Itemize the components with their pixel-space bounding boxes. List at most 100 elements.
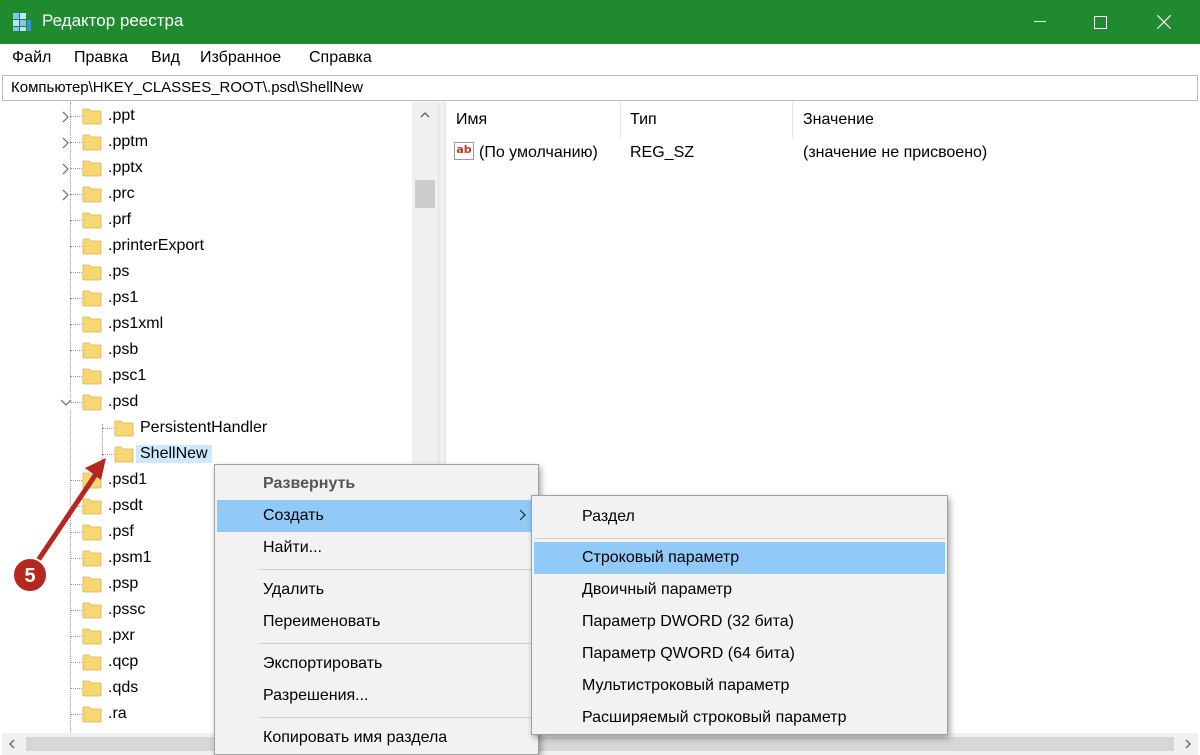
chevron-down-icon[interactable] — [60, 397, 72, 409]
tree-item[interactable]: .prc — [2, 182, 412, 208]
scroll-thumb[interactable] — [415, 180, 435, 208]
tree-connector — [70, 298, 82, 299]
folder-icon — [82, 472, 102, 489]
menu-item-permissions[interactable]: Разрешения... — [217, 680, 536, 712]
submenu-item-qword-value[interactable]: Параметр QWORD (64 бита) — [534, 638, 945, 670]
submenu-item-dword-value[interactable]: Параметр DWORD (32 бита) — [534, 606, 945, 638]
tree-connector — [70, 350, 82, 351]
title-bar: Редактор реестра — [0, 0, 1200, 44]
tree-item[interactable]: .ps — [2, 260, 412, 286]
scroll-up-button[interactable] — [412, 102, 438, 128]
chevron-right-icon[interactable] — [60, 111, 72, 123]
column-header: Имя Тип Значение — [446, 102, 1198, 138]
tree-item-label: .ps — [108, 263, 130, 280]
tree-item-label: .prf — [108, 211, 132, 228]
menu-item-export[interactable]: Экспортировать — [217, 648, 536, 680]
folder-icon — [114, 446, 134, 463]
address-path: Компьютер\HKEY_CLASSES_ROOT\.psd\ShellNe… — [11, 79, 363, 96]
address-bar[interactable]: Компьютер\HKEY_CLASSES_ROOT\.psd\ShellNe… — [2, 75, 1198, 101]
chevron-left-icon[interactable] — [9, 739, 15, 749]
horizontal-scrollbar[interactable] — [2, 733, 1198, 755]
menu-favorites[interactable]: Избранное — [200, 49, 281, 67]
tree-item-label: .psp — [108, 575, 139, 592]
submenu-item-string-value[interactable]: Строковый параметр — [534, 542, 945, 574]
tree-connector — [70, 220, 82, 221]
menu-item-create[interactable]: Создать — [217, 500, 536, 532]
tree-item[interactable]: .printerExport — [2, 234, 412, 260]
tree-connector — [70, 532, 82, 533]
chevron-right-icon[interactable] — [60, 137, 72, 149]
tree-item[interactable]: .ps1xml — [2, 312, 412, 338]
tree-item[interactable]: .pptm — [2, 130, 412, 156]
minimize-button[interactable] — [1008, 0, 1072, 44]
chevron-right-icon — [519, 509, 526, 521]
folder-icon — [82, 160, 102, 177]
folder-icon — [82, 134, 102, 151]
folder-icon — [82, 264, 102, 281]
tree-connector — [70, 558, 82, 559]
folder-icon — [82, 498, 102, 515]
menu-separator — [259, 569, 534, 570]
tree-connector — [70, 714, 82, 715]
menu-item-label: Строковый параметр — [582, 549, 740, 566]
tree-item[interactable]: .psd — [2, 390, 412, 416]
tree-connector — [70, 272, 82, 273]
menu-item-copy-key-name[interactable]: Копировать имя раздела — [217, 722, 536, 754]
tree-item[interactable]: .psc1 — [2, 364, 412, 390]
tree-item-label: .ppt — [108, 107, 135, 124]
folder-icon — [114, 420, 134, 437]
maximize-button[interactable] — [1068, 0, 1132, 44]
menu-item-expand[interactable]: Развернуть — [217, 468, 536, 500]
chevron-right-icon[interactable] — [60, 189, 72, 201]
chevron-right-icon[interactable] — [60, 163, 72, 175]
menu-item-rename[interactable]: Переименовать — [217, 606, 536, 638]
folder-icon — [82, 290, 102, 307]
window-title: Редактор реестра — [42, 11, 184, 30]
menu-help[interactable]: Справка — [309, 49, 372, 67]
menu-view[interactable]: Вид — [151, 49, 180, 67]
value-row[interactable]: ab (По умолчанию) REG_SZ (значение не пр… — [446, 140, 1198, 166]
chevron-right-icon[interactable] — [1185, 739, 1191, 749]
tree-item[interactable]: .pptx — [2, 156, 412, 182]
menu-item-label: Переименовать — [263, 613, 381, 630]
menu-item-label: Мультистроковый параметр — [582, 677, 790, 694]
submenu-item-key[interactable]: Раздел — [534, 501, 945, 533]
tree-item[interactable]: PersistentHandler — [2, 416, 412, 442]
registry-editor-icon — [13, 13, 31, 31]
close-button[interactable] — [1132, 0, 1196, 44]
submenu-item-binary-value[interactable]: Двоичный параметр — [534, 574, 945, 606]
folder-icon — [82, 628, 102, 645]
column-value[interactable]: Значение — [803, 111, 874, 129]
create-submenu: Раздел Строковый параметр Двоичный парам… — [531, 495, 948, 735]
folder-icon — [82, 316, 102, 333]
column-name[interactable]: Имя — [456, 111, 487, 129]
menu-separator — [259, 643, 534, 644]
tree-item-label: .ps1 — [108, 289, 139, 306]
menu-separator — [534, 538, 945, 539]
tree-item-label: .prc — [108, 185, 135, 202]
column-divider[interactable] — [620, 102, 621, 138]
tree-item[interactable]: .ps1 — [2, 286, 412, 312]
folder-icon — [82, 550, 102, 567]
tree-item[interactable]: .prf — [2, 208, 412, 234]
horizontal-scroll-thumb[interactable] — [26, 737, 1174, 751]
tree-item[interactable]: .ppt — [2, 104, 412, 130]
tree-item-label: .psd — [108, 393, 139, 410]
column-type[interactable]: Тип — [630, 111, 657, 129]
folder-icon — [82, 654, 102, 671]
submenu-item-expandable-string-value[interactable]: Расширяемый строковый параметр — [534, 702, 945, 734]
submenu-item-multi-string-value[interactable]: Мультистроковый параметр — [534, 670, 945, 702]
column-divider[interactable] — [792, 102, 793, 138]
menu-item-label: Развернуть — [263, 475, 356, 492]
close-icon — [1157, 15, 1171, 29]
menu-item-find[interactable]: Найти... — [217, 532, 536, 564]
folder-icon — [82, 576, 102, 593]
menu-item-label: Двоичный параметр — [582, 581, 732, 598]
menu-edit[interactable]: Правка — [74, 49, 128, 67]
folder-icon — [82, 342, 102, 359]
menu-file[interactable]: Файл — [12, 49, 51, 67]
tree-item[interactable]: .psb — [2, 338, 412, 364]
menu-item-delete[interactable]: Удалить — [217, 574, 536, 606]
tree-connector — [70, 610, 82, 611]
tree-item-label: .pptx — [108, 159, 143, 176]
